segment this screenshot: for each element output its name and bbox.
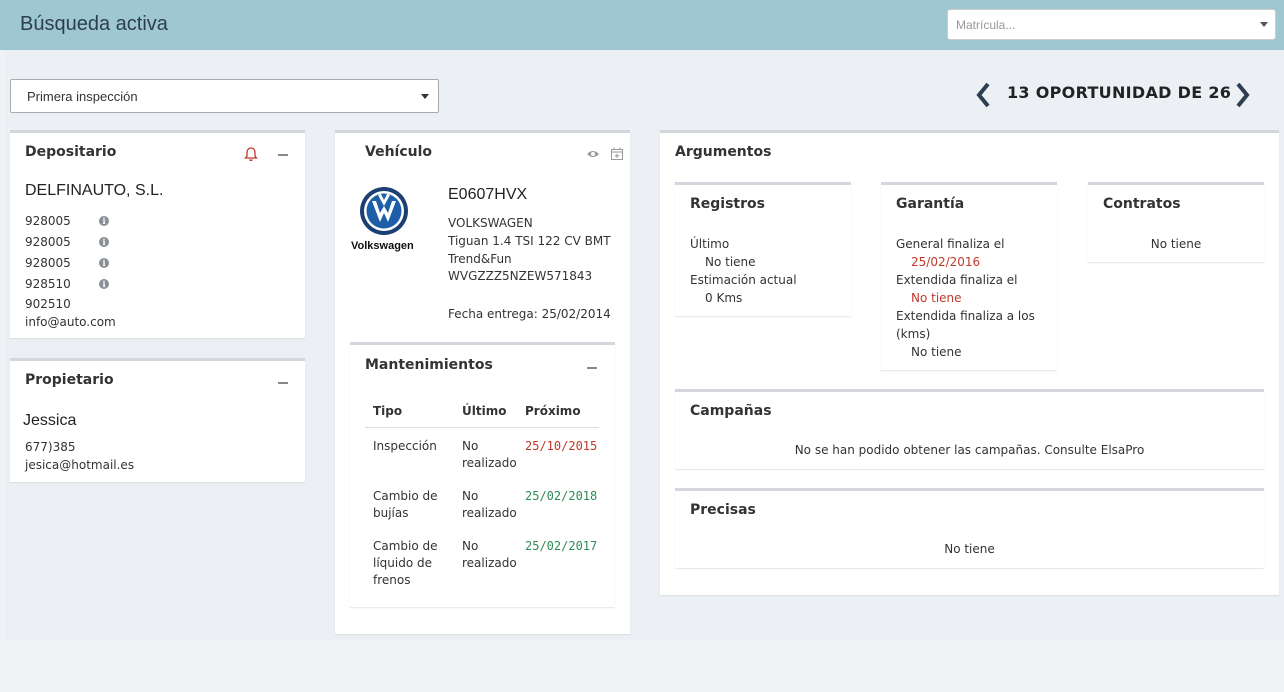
- row1-ultimo-l1: No: [462, 439, 479, 453]
- top-bar: Búsqueda activa Matrícula...: [0, 0, 1284, 50]
- row1-tipo: Inspección: [373, 439, 437, 453]
- chevron-right-icon[interactable]: [1232, 81, 1252, 109]
- depositario-email: info@auto.com: [25, 315, 116, 329]
- mantenimientos-title: Mantenimientos: [365, 357, 493, 373]
- garantia-title: Garantía: [896, 196, 965, 212]
- argumentos-panel: Argumentos Registros Último No tiene Est…: [660, 130, 1279, 595]
- row3-ultimo-l2: realizado: [462, 556, 517, 570]
- inspection-type-select[interactable]: Primera inspección: [10, 79, 439, 113]
- table-divider: [365, 427, 599, 428]
- inspection-type-value: Primera inspección: [27, 89, 138, 104]
- caret-down-icon: [1260, 22, 1268, 27]
- opportunity-counter: 13 OPORTUNIDAD DE 26: [1007, 83, 1232, 102]
- contratos-title: Contratos: [1103, 196, 1181, 212]
- garantia-extendida-label: Extendida finaliza el: [896, 273, 1018, 287]
- garantia-general-value: 25/02/2016: [911, 255, 981, 269]
- contratos-card: Contratos No tiene: [1088, 182, 1264, 262]
- propietario-panel: Propietario Jessica 677)385 jesica@hotma…: [10, 358, 305, 482]
- precisas-title: Precisas: [690, 502, 756, 518]
- phone-4: 928510: [25, 277, 71, 291]
- volkswagen-logo: [360, 187, 408, 235]
- row3-tipo-l3: frenos: [373, 573, 411, 587]
- registros-card: Registros Último No tiene Estimación act…: [675, 182, 851, 316]
- row2-proximo: 25/02/2018: [525, 489, 598, 503]
- row2-tipo-l2: bujías: [373, 506, 409, 520]
- col-header-proximo: Próximo: [525, 404, 581, 418]
- brand-logo-text: Volkswagen: [351, 240, 414, 252]
- precisas-card: Precisas No tiene: [675, 488, 1264, 568]
- eye-icon[interactable]: [586, 149, 600, 159]
- garantia-extendida-value: No tiene: [911, 291, 962, 305]
- calendar-add-icon[interactable]: [611, 147, 623, 160]
- row3-tipo-l2: líquido de: [373, 556, 432, 570]
- opportunity-navigator: 13 OPORTUNIDAD DE 26: [974, 78, 1254, 110]
- vehicle-plate: E0607HVX: [448, 186, 528, 203]
- depositario-title: Depositario: [25, 144, 117, 160]
- col-header-ultimo: Último: [462, 404, 507, 418]
- vehicle-make: VOLKSWAGEN: [448, 216, 533, 230]
- precisas-value: No tiene: [944, 542, 995, 556]
- collapse-icon[interactable]: [278, 154, 288, 156]
- info-icon[interactable]: i: [99, 216, 109, 226]
- depositario-panel: Depositario DELFINAUTO, S.L. 928005 i 92…: [10, 130, 305, 338]
- row2-ultimo-l2: realizado: [462, 506, 517, 520]
- depositario-name: DELFINAUTO, S.L.: [25, 182, 164, 199]
- row3-tipo-l1: Cambio de: [373, 539, 438, 553]
- plate-placeholder: Matrícula...: [956, 18, 1016, 32]
- page-title: Búsqueda activa: [20, 13, 168, 35]
- phone-2: 928005: [25, 235, 71, 249]
- registros-estimacion-label: Estimación actual: [690, 273, 797, 287]
- mantenimientos-panel: Mantenimientos Tipo Último Próximo Inspe…: [350, 342, 615, 607]
- propietario-email: jesica@hotmail.es: [25, 458, 135, 472]
- chevron-left-icon[interactable]: [974, 81, 994, 109]
- garantia-kms-label-2: (kms): [896, 327, 931, 341]
- info-icon[interactable]: i: [99, 279, 109, 289]
- vehiculo-title: Vehículo: [365, 144, 433, 160]
- registros-title: Registros: [690, 196, 765, 212]
- propietario-title: Propietario: [25, 372, 114, 388]
- campanas-card: Campañas No se han podido obtener las ca…: [675, 389, 1264, 469]
- row1-ultimo-l2: realizado: [462, 456, 517, 470]
- plate-search-select[interactable]: Matrícula...: [947, 9, 1276, 40]
- garantia-kms-value: No tiene: [911, 345, 962, 359]
- registros-estimacion-value: 0 Kms: [705, 291, 743, 305]
- garantia-card: Garantía General finaliza el 25/02/2016 …: [881, 182, 1057, 370]
- caret-down-icon: [421, 94, 429, 99]
- delivery-date: Fecha entrega: 25/02/2014: [448, 307, 611, 321]
- row1-proximo: 25/10/2015: [525, 439, 598, 453]
- registros-ultimo-label: Último: [690, 237, 730, 251]
- row2-ultimo-l1: No: [462, 489, 479, 503]
- argumentos-title: Argumentos: [675, 144, 772, 160]
- vehicle-vin: WVGZZZ5NZEW571843: [448, 269, 593, 283]
- propietario-name: Jessica: [23, 412, 77, 429]
- campanas-title: Campañas: [690, 403, 772, 419]
- garantia-kms-label-1: Extendida finaliza a los: [896, 309, 1035, 323]
- phone-3: 928005: [25, 256, 71, 270]
- registros-ultimo-value: No tiene: [705, 255, 756, 269]
- info-icon[interactable]: i: [99, 237, 109, 247]
- propietario-phone: 677)385: [25, 440, 76, 454]
- garantia-general-label: General finaliza el: [896, 237, 1005, 251]
- col-header-tipo: Tipo: [373, 404, 403, 418]
- phone-5: 902510: [25, 297, 71, 311]
- campanas-value: No se han podido obtener las campañas. C…: [794, 443, 1145, 457]
- info-icon[interactable]: i: [99, 258, 109, 268]
- row3-ultimo-l1: No: [462, 539, 479, 553]
- vehicle-model: Tiguan 1.4 TSI 122 CV BMT: [448, 234, 611, 248]
- bell-icon[interactable]: [244, 147, 258, 162]
- row3-proximo: 25/02/2017: [525, 539, 598, 553]
- contratos-value: No tiene: [1150, 237, 1202, 251]
- phone-1: 928005: [25, 214, 71, 228]
- vehicle-trim: Trend&Fun: [448, 252, 512, 266]
- collapse-icon[interactable]: [587, 367, 597, 369]
- row2-tipo-l1: Cambio de: [373, 489, 438, 503]
- vehiculo-panel: Vehículo Volkswagen E0607HVX VOLKSWAGEN …: [335, 130, 630, 634]
- collapse-icon[interactable]: [278, 382, 288, 384]
